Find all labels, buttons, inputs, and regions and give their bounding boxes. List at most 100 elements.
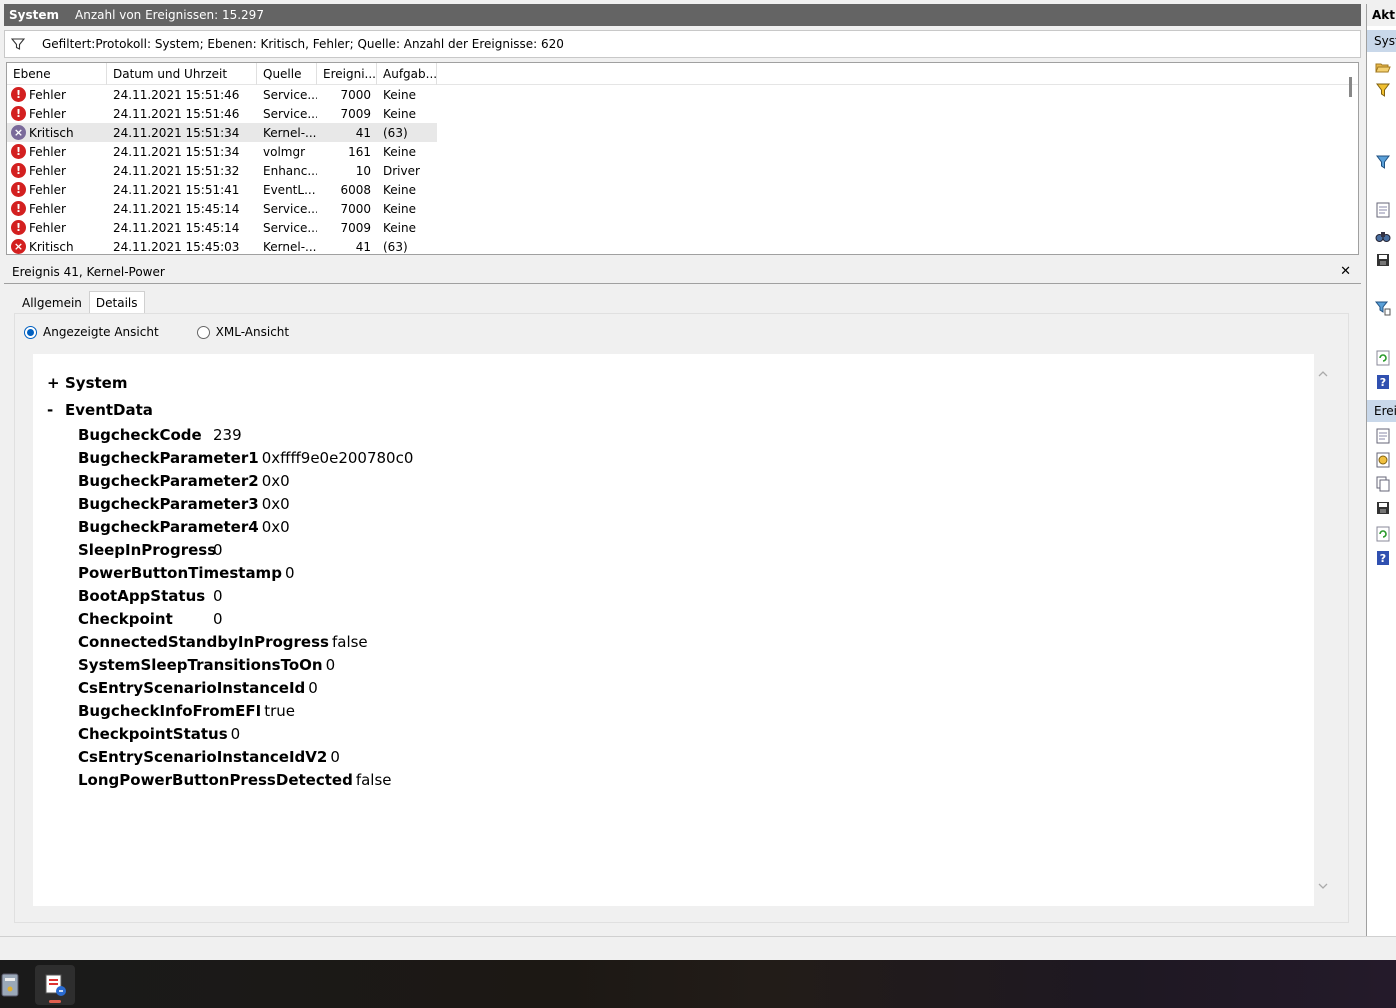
event-id-cell: 41	[355, 125, 371, 140]
datetime-cell: 24.11.2021 15:45:14	[113, 201, 240, 216]
filter-description: Gefiltert:Protokoll: System; Ebenen: Kri…	[42, 37, 564, 51]
column-datetime[interactable]: Datum und Uhrzeit	[107, 63, 257, 85]
datetime-cell: 24.11.2021 15:51:32	[113, 163, 240, 178]
event-data-field: ConnectedStandbyInProgress false	[78, 633, 368, 651]
filter-icon	[11, 37, 31, 51]
event-properties-icon[interactable]	[1375, 428, 1391, 444]
field-name: BugcheckParameter4	[78, 518, 259, 536]
expand-icon: +	[47, 374, 60, 392]
level-label: Fehler	[29, 220, 66, 235]
event-viewer-window: System Anzahl von Ereignissen: 15.297 Ge…	[0, 0, 1396, 1008]
radio-displayed-view[interactable]: Angezeigte Ansicht	[24, 325, 159, 339]
properties-icon[interactable]	[1375, 202, 1391, 218]
attach-task-icon[interactable]	[1375, 300, 1391, 316]
tab-allgemein[interactable]: Allgemein	[15, 291, 89, 313]
help-icon[interactable]: ?	[1375, 550, 1391, 566]
filter-clear-icon[interactable]	[1375, 154, 1391, 170]
event-detail-header: Ereignis 41, Kernel-Power ✕	[4, 260, 1361, 284]
field-value: 0	[213, 587, 223, 605]
server-manager-icon[interactable]	[0, 965, 30, 1005]
field-value: 0x0	[261, 472, 290, 490]
column-level[interactable]: Ebene	[7, 63, 107, 85]
level-cell: ! Fehler	[7, 163, 107, 178]
actions-section-system[interactable]: Syst	[1367, 30, 1396, 52]
event-data-field: SleepInProgress 0	[78, 541, 223, 559]
event-id-cell: 10	[355, 163, 371, 178]
table-row[interactable]: ! Fehler 24.11.2021 15:45:14 Service... 7000…	[7, 199, 1358, 218]
filter-icon[interactable]	[1375, 82, 1391, 98]
radio-checked-icon	[24, 325, 37, 339]
field-name: Checkpoint	[78, 610, 173, 628]
collapse-icon: -	[47, 401, 54, 419]
event-data-field: CsEntryScenarioInstanceIdV2 0	[78, 748, 340, 766]
help-icon[interactable]: ?	[1375, 374, 1391, 390]
table-row[interactable]: ! Fehler 24.11.2021 15:51:46 Service... 7009…	[7, 104, 1358, 123]
actions-section-event[interactable]: Ereig	[1367, 400, 1396, 422]
detail-tabs: Allgemein Details	[15, 291, 145, 314]
field-value: 0x0	[261, 495, 290, 513]
field-value: false	[331, 633, 368, 651]
level-label: Kritisch	[29, 239, 74, 254]
event-data-field: CheckpointStatus 0	[78, 725, 240, 743]
table-row[interactable]: ! Fehler 24.11.2021 15:51:41 EventL... 6008 K…	[7, 180, 1358, 199]
refresh-icon[interactable]	[1375, 350, 1391, 366]
table-row[interactable]: ! Fehler 24.11.2021 15:51:34 volmgr 161 Keine	[7, 142, 1358, 161]
section-eventdata[interactable]: - EventData	[47, 401, 153, 419]
svg-text:?: ?	[1380, 376, 1386, 389]
source-cell: Kernel-...	[263, 239, 317, 254]
task-cell: Keine	[383, 201, 416, 216]
datetime-cell: 24.11.2021 15:51:34	[113, 125, 240, 140]
copy-icon[interactable]	[1375, 476, 1391, 492]
critical-icon: ×	[11, 125, 26, 140]
find-icon[interactable]	[1375, 228, 1391, 244]
field-value: 0	[325, 656, 336, 674]
table-row[interactable]: ! Fehler 24.11.2021 15:45:14 Service... 7009…	[7, 218, 1358, 237]
event-data-field: SystemSleepTransitionsToOn 0	[78, 656, 335, 674]
event-id-cell: 7009	[340, 106, 371, 121]
save-icon[interactable]	[1375, 252, 1391, 268]
event-viewer-icon[interactable]	[35, 965, 75, 1005]
status-bar	[0, 936, 1396, 960]
event-list-header: Ebene Datum und Uhrzeit Quelle Ereigni..…	[7, 63, 1358, 85]
open-folder-icon[interactable]	[1375, 60, 1391, 76]
event-data-field: BugcheckParameter3 0x0	[78, 495, 290, 513]
viewer-scrollbar[interactable]	[1314, 354, 1332, 906]
tab-details[interactable]: Details	[88, 291, 145, 314]
datetime-cell: 24.11.2021 15:51:46	[113, 87, 240, 102]
chevron-up-icon[interactable]	[1317, 368, 1329, 380]
close-icon[interactable]: ✕	[1340, 264, 1351, 279]
event-id-cell: 41	[355, 239, 371, 254]
error-icon: !	[11, 163, 26, 178]
radio-xml-view[interactable]: XML-Ansicht	[196, 325, 289, 339]
error-icon: !	[11, 144, 26, 159]
column-event-id[interactable]: Ereigni...	[317, 63, 377, 85]
level-cell: ! Fehler	[7, 220, 107, 235]
column-task[interactable]: Aufgab...	[377, 63, 437, 85]
log-title-bar: System Anzahl von Ereignissen: 15.297	[4, 4, 1361, 26]
column-source[interactable]: Quelle	[257, 63, 317, 85]
table-row[interactable]: ! Fehler 24.11.2021 15:51:46 Service... 7000…	[7, 85, 1358, 104]
save-icon[interactable]	[1375, 500, 1391, 516]
table-row[interactable]: × Kritisch 24.11.2021 15:51:34 Kernel-... 41…	[7, 123, 437, 142]
event-list[interactable]: Ebene Datum und Uhrzeit Quelle Ereigni..…	[6, 62, 1359, 255]
event-list-scrollbar-thumb[interactable]	[1349, 77, 1352, 97]
field-name: CsEntryScenarioInstanceIdV2	[78, 748, 328, 766]
level-cell: ! Fehler	[7, 106, 107, 121]
event-data-field: Checkpoint 0	[78, 610, 223, 628]
attach-task-icon[interactable]	[1375, 452, 1391, 468]
section-system[interactable]: + System	[47, 374, 127, 392]
event-data-field: BugcheckParameter4 0x0	[78, 518, 290, 536]
datetime-cell: 24.11.2021 15:51:34	[113, 144, 240, 159]
field-name: BugcheckParameter2	[78, 472, 259, 490]
event-data-field: BugcheckParameter2 0x0	[78, 472, 290, 490]
table-row[interactable]: × Kritisch 24.11.2021 15:45:03 Kernel-... 41…	[7, 237, 1358, 254]
event-data-field: PowerButtonTimestamp 0	[78, 564, 294, 582]
event-data-field: BugcheckParameter1 0xffff9e0e200780c0	[78, 449, 413, 467]
field-name: SystemSleepTransitionsToOn	[78, 656, 323, 674]
level-cell: × Kritisch	[7, 125, 107, 140]
field-name: SleepInProgress	[78, 541, 217, 559]
refresh-icon[interactable]	[1375, 526, 1391, 542]
chevron-down-icon[interactable]	[1317, 880, 1329, 892]
actions-pane: Akti Syst ? Ereig ?	[1366, 4, 1396, 936]
table-row[interactable]: ! Fehler 24.11.2021 15:51:32 Enhanc... 10 Dri…	[7, 161, 1358, 180]
